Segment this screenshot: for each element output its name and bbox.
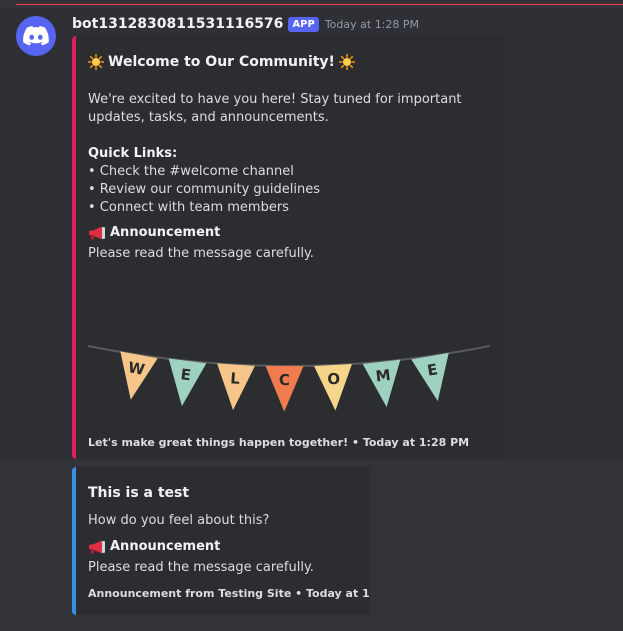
message-group: bot1312830811531116576 APP Today at 1:28… [0,8,623,460]
embed-title: Welcome to Our Community! [88,54,359,70]
banner-letter: C [279,371,290,389]
field-value: Please read the message carefully. [88,560,314,575]
banner-flag: C [265,365,304,412]
new-messages-divider [16,4,623,5]
field-name: Announcement [88,539,220,554]
test-embed: This is a test How do you feel about thi… [72,467,370,615]
banner-flag: W [120,351,158,400]
quick-link-item: • Check the #welcome channel [88,164,294,179]
field-value: Please read the message carefully. [88,246,314,261]
embed-title-text: Welcome to Our Community! [108,54,335,70]
quick-link-item: • Connect with team members [88,200,289,215]
banner-flag: E [168,358,207,407]
embed-title: This is a test [88,485,190,501]
banner-letter: M [375,366,392,386]
embed-footer: Announcement from Testing Site • Today a… [88,587,370,600]
message-header: bot1312830811531116576 APP Today at 1:28… [72,14,419,34]
quick-links-heading: Quick Links: [88,146,178,161]
banner-flag: M [362,359,401,408]
field-name-text: Announcement [110,539,221,554]
welcome-embed: Welcome to Our Community! We're excited … [72,36,504,459]
field-name: Announcement [88,225,220,240]
avatar[interactable] [16,16,56,56]
banner-flag: E [411,352,449,402]
banner-letter: O [327,370,341,389]
embed-description: We're excited to have you here! Stay tun… [88,92,462,125]
embed-accent-bar [72,36,76,459]
username[interactable]: bot1312830811531116576 [72,16,283,32]
embed-footer: Let's make great things happen together!… [88,436,470,449]
discord-logo-icon [23,26,49,46]
welcome-banner-image[interactable]: WELCOME [88,302,490,422]
field-name-text: Announcement [110,225,221,240]
megaphone-emoji-icon [89,540,105,553]
message-group: This is a test How do you feel about thi… [0,460,623,631]
timestamp[interactable]: Today at 1:28 PM [325,18,419,31]
embed-description: How do you feel about this? [88,513,270,528]
sun-emoji-icon [88,54,104,70]
quick-link-item: • Review our community guidelines [88,182,321,197]
megaphone-emoji-icon [89,226,105,239]
banner-flag: L [217,363,255,411]
sun-emoji-icon [338,54,355,70]
embed-accent-bar [72,467,76,615]
banner-letter: L [230,369,241,388]
banner-flag: O [314,364,352,411]
app-badge: APP [288,16,319,32]
